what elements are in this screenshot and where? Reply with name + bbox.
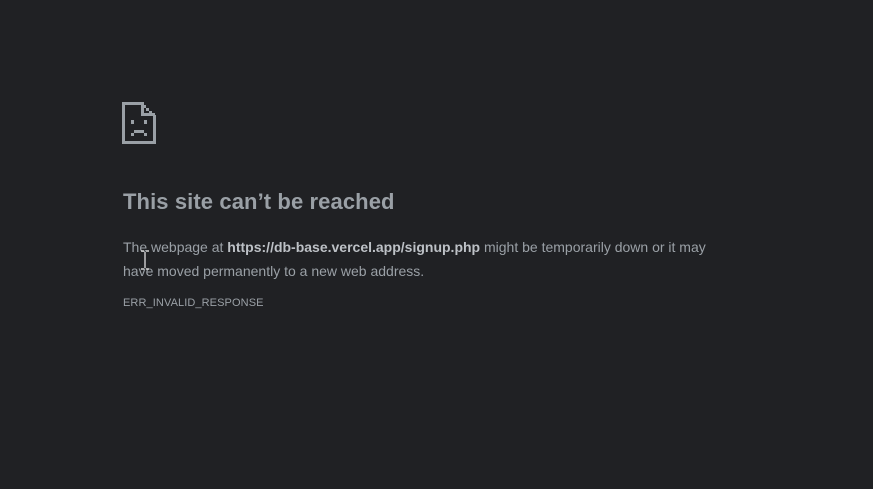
error-description: The webpage at https://db-base.vercel.ap… [123,235,723,283]
sad-page-icon [122,102,156,144]
error-title: This site can’t be reached [123,189,395,214]
error-url: https://db-base.vercel.app/signup.php [227,239,481,255]
error-description-prefix: The webpage at [123,239,228,255]
error-code: ERR_INVALID_RESPONSE [123,297,264,309]
error-page: This site can’t be reached The webpage a… [0,0,873,489]
text-cursor-icon [141,250,149,270]
